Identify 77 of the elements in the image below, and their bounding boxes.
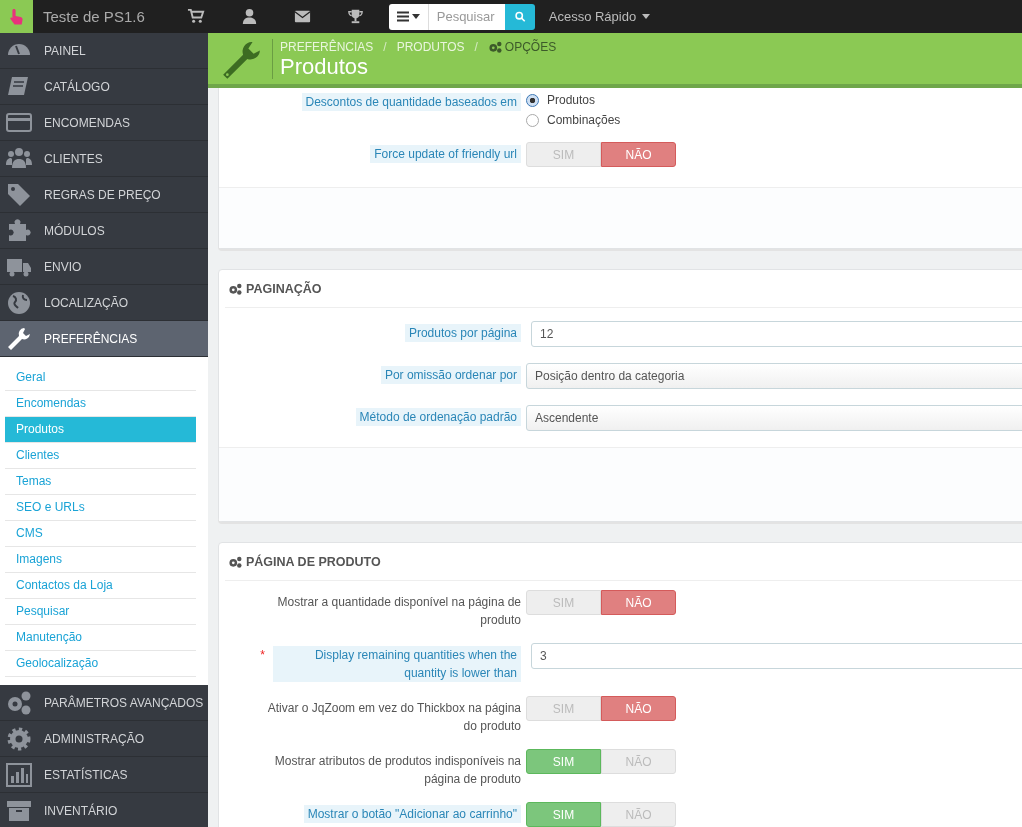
panel-heading-title: PÁGINA DE PRODUTO <box>246 554 381 569</box>
help-label: Descontos de quantidade baseados em <box>301 93 521 111</box>
help-label: Por omissão ordenar por <box>380 366 521 384</box>
breadcrumb-link[interactable]: PRODUTOS <box>396 39 465 54</box>
sidebar-item[interactable]: ADMINISTRAÇÃO <box>0 721 208 757</box>
sidebar-item[interactable]: PAINEL <box>0 33 208 69</box>
gears-icon <box>487 40 502 53</box>
bar-chart-icon <box>6 761 32 788</box>
help-label: Mostrar o botão "Adicionar ao carrinho" <box>303 805 521 823</box>
text-field[interactable]: 3 <box>531 643 1022 669</box>
sidebar-item[interactable]: ESTATÍSTICAS <box>0 757 208 793</box>
field-label: Mostrar a quantidade disponível na página de produto <box>276 594 521 629</box>
wrench-icon <box>220 39 262 82</box>
gears-icon <box>228 282 242 295</box>
page-title: Produtos <box>280 54 370 79</box>
sidebar-item[interactable]: ENVIO <box>0 249 208 285</box>
trophy-icon[interactable] <box>345 7 365 26</box>
switch-option[interactable]: SIM <box>526 802 601 827</box>
sidebar-item[interactable]: ENCOMENDAS <box>0 105 208 141</box>
sidebar-item[interactable]: CATÁLOGO <box>0 69 208 105</box>
breadcrumb-link[interactable]: PREFERÊNCIAS <box>280 39 374 54</box>
submenu-item[interactable]: Pesquisar <box>5 599 196 625</box>
sidebar-item[interactable]: INVENTÁRIO <box>0 793 208 827</box>
submenu-item[interactable]: SEO e URLs <box>5 495 196 521</box>
help-label: Método de ordenação padrão <box>355 408 521 426</box>
quick-access-menu[interactable]: Acesso Rápido <box>546 9 653 24</box>
sidebar-item[interactable]: REGRAS DE PREÇO <box>0 177 208 213</box>
breadcrumb-separator: / <box>383 39 387 54</box>
submenu-item[interactable]: Geolocalização <box>5 651 196 677</box>
search-menu-button[interactable] <box>388 3 429 30</box>
radio-label[interactable]: Combinações <box>547 113 621 127</box>
puzzle-icon <box>6 217 32 244</box>
radio-button[interactable] <box>526 93 539 107</box>
wrench-icon <box>6 325 32 352</box>
required-mark: * <box>260 647 265 664</box>
search-field[interactable]: Pesquisar <box>428 3 505 30</box>
sidebar-item[interactable]: CLIENTES <box>0 141 208 177</box>
radio-label[interactable]: Produtos <box>547 93 596 107</box>
sidebar-item[interactable]: PARÂMETROS AVANÇADOS <box>0 685 208 721</box>
switch-option[interactable]: NÃO <box>601 590 676 615</box>
menu-icon <box>396 11 409 22</box>
help-label: Force update of friendly url <box>370 145 521 163</box>
submenu-item[interactable]: Manutenção <box>5 625 196 651</box>
switch-option[interactable]: SIM <box>526 749 601 774</box>
breadcrumb-separator: / <box>474 39 478 54</box>
caret-icon <box>411 14 420 19</box>
field-label: Mostrar atributos de produtos indisponíveis na página de produto <box>273 753 521 788</box>
submenu-item[interactable]: Contactos da Loja <box>5 573 196 599</box>
panel-heading-title: PAGINAÇÃO <box>246 281 322 296</box>
sidebar-item[interactable]: PREFERÊNCIAS <box>0 321 208 357</box>
globe-icon <box>6 289 32 316</box>
radio-button[interactable] <box>526 113 539 127</box>
search-icon <box>513 11 526 22</box>
submenu-item[interactable]: Clientes <box>5 443 196 469</box>
submenu-item[interactable]: CMS <box>5 521 196 547</box>
text-field[interactable]: 12 <box>531 321 1022 347</box>
field-label: Ativar o JqZoom em vez do Thickbox na página do produto <box>266 700 521 735</box>
gear-icon <box>6 725 32 752</box>
submenu-item[interactable]: Produtos <box>5 417 196 443</box>
breadcrumb-link[interactable]: OPÇÕES <box>487 39 557 54</box>
gears-icon <box>6 689 32 716</box>
caret-icon <box>642 14 651 19</box>
submenu-item[interactable]: Imagens <box>5 547 196 573</box>
gears-icon <box>228 555 242 568</box>
switch-option[interactable]: NÃO <box>601 142 676 167</box>
help-label: Display remaining quantities when the quantity is lower than <box>273 646 521 682</box>
switch-option[interactable]: NÃO <box>601 696 676 721</box>
select-field[interactable]: Posição dentro da categoria <box>526 363 1022 389</box>
help-label: Produtos por página <box>404 324 521 342</box>
search-button[interactable] <box>504 3 535 30</box>
sidebar-item[interactable]: MÓDULOS <box>0 213 208 249</box>
tag-icon <box>6 181 32 208</box>
submenu-item[interactable]: Temas <box>5 469 196 495</box>
submenu-item[interactable]: Geral <box>5 365 196 391</box>
shop-title[interactable]: Teste de PS1.6 <box>43 8 145 25</box>
cart-icon[interactable] <box>186 7 206 26</box>
select-field[interactable]: Ascendente <box>526 405 1022 431</box>
